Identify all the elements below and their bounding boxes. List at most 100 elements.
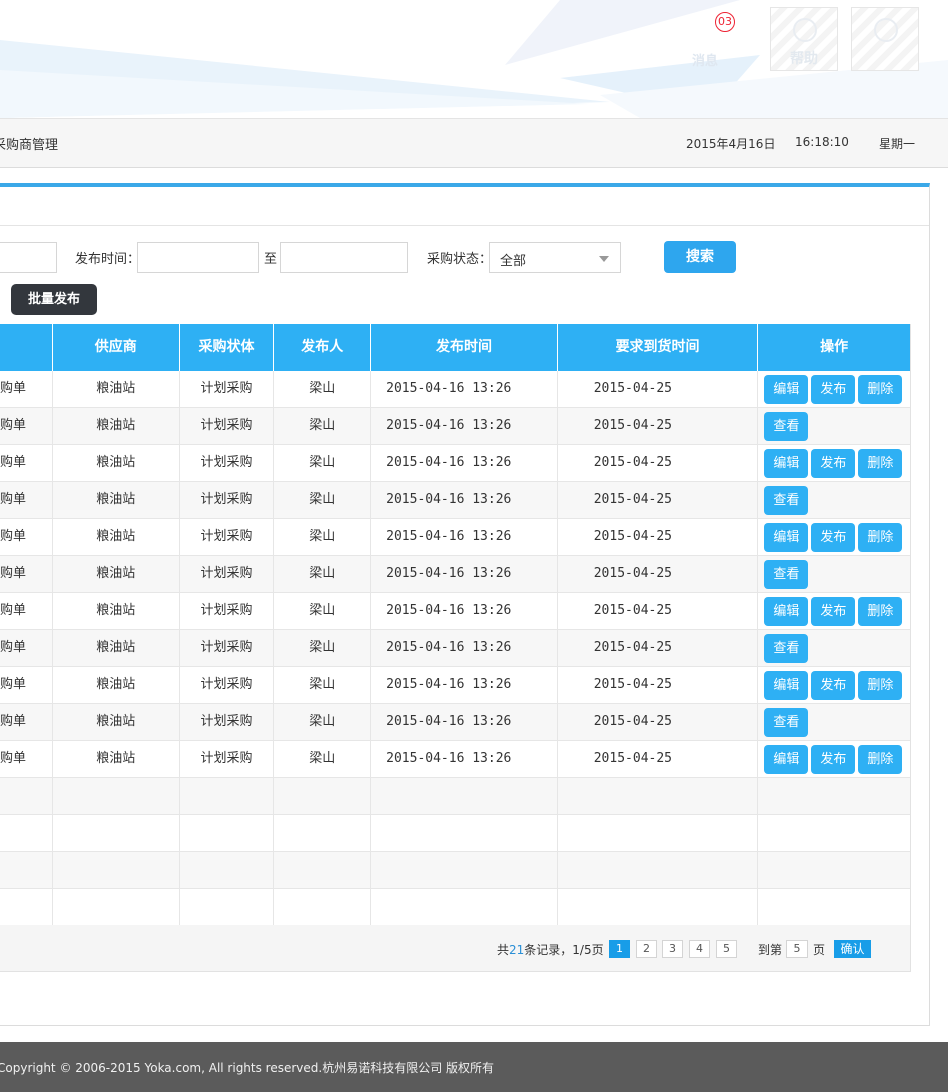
table-row: 购单 粮油站 计划采购 梁山 2015-04-16 13:26 2015-04-25 查看	[0, 704, 910, 741]
page-3[interactable]: 3	[662, 940, 683, 958]
publish-button[interactable]: 发布	[811, 375, 856, 404]
empty-cell	[53, 889, 180, 925]
notice-button[interactable]: 03 消息	[690, 12, 735, 69]
cell-publisher: 梁山	[274, 519, 372, 555]
delete-button[interactable]: 删除	[858, 523, 903, 552]
help-button[interactable]: 帮助	[770, 7, 838, 71]
page-4[interactable]: 4	[689, 940, 710, 958]
panel-header	[0, 187, 929, 226]
goto-page-input[interactable]: 5	[786, 940, 808, 958]
breadcrumb[interactable]: 采购商管理	[0, 134, 58, 153]
purchase-table: 供应商 采购状体 发布人 发布时间 要求到货时间 操作 购单 粮油站 计划采购 梁山 2015-0…	[0, 324, 911, 926]
publish-end-input[interactable]	[280, 242, 408, 273]
table-row: 购单 粮油站 计划采购 梁山 2015-04-16 13:26 2015-04-25 编辑发…	[0, 445, 910, 482]
delete-button[interactable]: 删除	[858, 449, 903, 478]
publish-button[interactable]: 发布	[811, 671, 856, 700]
empty-cell	[758, 889, 910, 925]
cell-publish-time: 2015-04-16 13:26	[371, 741, 558, 777]
page-1[interactable]: 1	[609, 940, 630, 958]
current-date: 2015年4月16日	[686, 137, 776, 151]
table-row: 购单 粮油站 计划采购 梁山 2015-04-16 13:26 2015-04-25 编辑发…	[0, 519, 910, 556]
delete-button[interactable]: 删除	[858, 745, 903, 774]
column-header: 要求到货时间	[558, 324, 759, 371]
view-button[interactable]: 查看	[764, 412, 809, 441]
cell-supplier: 粮油站	[53, 482, 180, 518]
current-time: 16:18:10	[795, 135, 849, 149]
status-label: 采购状态：	[427, 252, 493, 267]
table-row: 购单 粮油站 计划采购 梁山 2015-04-16 13:26 2015-04-25 查看	[0, 630, 910, 667]
cell-actions: 查看	[758, 482, 910, 518]
edit-button[interactable]: 编辑	[764, 523, 809, 552]
view-button[interactable]: 查看	[764, 634, 809, 663]
help-label: 帮助	[790, 51, 818, 67]
cell-publisher: 梁山	[274, 445, 372, 481]
cell-publish-time: 2015-04-16 13:26	[371, 593, 558, 629]
copyright-text: Copyright © 2006-2015 Yoka.com, All righ…	[0, 1061, 495, 1075]
cell-due: 2015-04-25	[558, 482, 759, 518]
table-body: 购单 粮油站 计划采购 梁山 2015-04-16 13:26 2015-04-25 编辑发…	[0, 371, 910, 926]
empty-cell	[53, 852, 180, 888]
empty-cell	[180, 889, 275, 925]
cell-c0: 购单	[0, 741, 53, 777]
cell-publish-time: 2015-04-16 13:26	[371, 519, 558, 555]
page-2[interactable]: 2	[636, 940, 657, 958]
question-button[interactable]	[851, 7, 919, 71]
record-summary: 共21条记录，1/5页	[497, 943, 604, 957]
empty-cell	[758, 778, 910, 814]
publish-button[interactable]: 发布	[811, 449, 856, 478]
cell-actions: 编辑 发布 删除	[758, 371, 910, 407]
page-5[interactable]: 5	[716, 940, 737, 958]
footer: Copyright © 2006-2015 Yoka.com, All righ…	[0, 1042, 948, 1092]
question-icon	[874, 18, 898, 42]
edit-button[interactable]: 编辑	[764, 597, 809, 626]
goto-confirm-button[interactable]: 确认	[834, 940, 871, 958]
batch-publish-button[interactable]: 批量发布	[11, 284, 97, 315]
delete-button[interactable]: 删除	[858, 671, 903, 700]
cell-due: 2015-04-25	[558, 371, 759, 407]
view-button[interactable]: 查看	[764, 486, 809, 515]
cell-actions: 编辑 发布 删除	[758, 593, 910, 629]
column-header: 供应商	[53, 324, 180, 371]
cell-status: 计划采购	[180, 556, 275, 592]
empty-cell	[558, 852, 759, 888]
empty-row	[0, 852, 910, 889]
publish-button[interactable]: 发布	[811, 745, 856, 774]
view-button[interactable]: 查看	[764, 708, 809, 737]
table-row: 购单 粮油站 计划采购 梁山 2015-04-16 13:26 2015-04-25 编辑发…	[0, 741, 910, 778]
edit-button[interactable]: 编辑	[764, 745, 809, 774]
delete-button[interactable]: 删除	[858, 597, 903, 626]
cell-supplier: 粮油站	[53, 667, 180, 703]
empty-cell	[0, 889, 53, 925]
cell-c0: 购单	[0, 630, 53, 666]
empty-cell	[558, 778, 759, 814]
cell-status: 计划采购	[180, 519, 275, 555]
cell-c0: 购单	[0, 593, 53, 629]
cell-publisher: 梁山	[274, 667, 372, 703]
publish-button[interactable]: 发布	[811, 597, 856, 626]
cell-c0: 购单	[0, 667, 53, 703]
empty-cell	[180, 778, 275, 814]
publish-start-input[interactable]	[137, 242, 259, 273]
cell-due: 2015-04-25	[558, 593, 759, 629]
search-button[interactable]: 搜索	[664, 241, 736, 273]
cell-actions: 编辑 发布 删除	[758, 445, 910, 481]
status-select[interactable]: 全部	[489, 242, 621, 273]
cell-publish-time: 2015-04-16 13:26	[371, 408, 558, 444]
empty-cell	[0, 778, 53, 814]
edit-button[interactable]: 编辑	[764, 375, 809, 404]
total-count: 21	[509, 943, 525, 957]
keyword-input[interactable]	[0, 242, 57, 273]
view-button[interactable]: 查看	[764, 560, 809, 589]
pagination-bar: 共21条记录，1/5页 1 2 3 4 5 到第 5 页 确认	[0, 925, 911, 972]
cell-actions: 查看	[758, 408, 910, 444]
cell-status: 计划采购	[180, 741, 275, 777]
publish-button[interactable]: 发布	[811, 523, 856, 552]
cell-c0: 购单	[0, 371, 53, 407]
cell-due: 2015-04-25	[558, 519, 759, 555]
cell-c0: 购单	[0, 408, 53, 444]
edit-button[interactable]: 编辑	[764, 449, 809, 478]
cell-publisher: 梁山	[274, 482, 372, 518]
edit-button[interactable]: 编辑	[764, 671, 809, 700]
delete-button[interactable]: 删除	[858, 375, 903, 404]
cell-due: 2015-04-25	[558, 445, 759, 481]
